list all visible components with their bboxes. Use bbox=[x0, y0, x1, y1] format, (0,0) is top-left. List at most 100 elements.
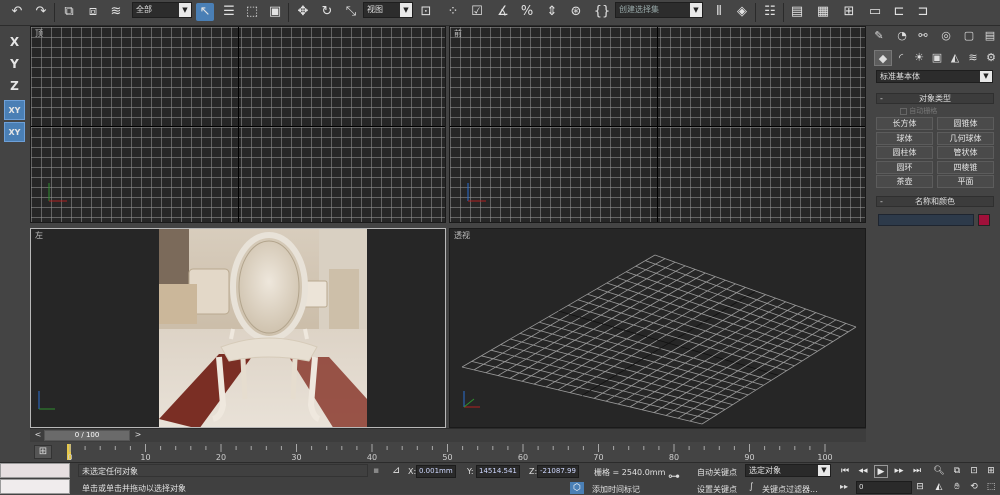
edit-named-selection-icon[interactable]: ⊛ bbox=[567, 3, 585, 21]
object-name-input[interactable] bbox=[878, 214, 974, 226]
named-selection-braces-icon[interactable]: {} bbox=[593, 3, 611, 21]
name-color-rollout-header[interactable]: - 名称和颜色 bbox=[876, 196, 994, 207]
current-time-marker[interactable] bbox=[67, 444, 71, 460]
viewport-perspective[interactable]: 透视 bbox=[449, 228, 866, 428]
time-slider[interactable]: < 0 / 100 > bbox=[30, 428, 866, 442]
spinner-snap-icon[interactable]: ⇕ bbox=[543, 3, 561, 21]
restrict-z-button[interactable]: Z bbox=[4, 76, 25, 96]
object-type-button[interactable]: 圆锥体 bbox=[937, 117, 994, 130]
orbit-icon[interactable]: ⟲ bbox=[967, 481, 981, 494]
reference-coordinate-dropdown[interactable]: 视图 ▼ bbox=[363, 2, 413, 18]
viewport-label[interactable]: 顶 bbox=[35, 28, 43, 39]
bind-spacewarp-icon[interactable]: ≋ bbox=[107, 3, 125, 21]
modify-tab-icon[interactable]: ◔ bbox=[893, 28, 911, 44]
select-rotate-icon[interactable]: ↻ bbox=[318, 3, 336, 21]
object-type-button[interactable]: 圆柱体 bbox=[876, 146, 933, 159]
maxscript-input[interactable] bbox=[0, 479, 70, 494]
prev-frame-arrow-icon[interactable]: < bbox=[32, 430, 44, 441]
object-color-swatch[interactable] bbox=[978, 214, 990, 226]
viewport-label[interactable]: 前 bbox=[454, 28, 462, 39]
x-coordinate-field[interactable]: 0.001mm bbox=[416, 465, 456, 478]
rendered-frame-window-icon[interactable]: ⊏ bbox=[890, 3, 908, 21]
absolute-mode-icon[interactable]: ⊿ bbox=[392, 465, 400, 476]
material-editor-icon[interactable]: ⊞ bbox=[840, 3, 858, 21]
restrict-x-button[interactable]: X bbox=[4, 32, 25, 52]
angle-snap-icon[interactable]: ∡ bbox=[494, 3, 512, 21]
viewport-top[interactable]: 顶 bbox=[30, 26, 446, 223]
mirror-icon[interactable]: ⫴ bbox=[710, 3, 728, 21]
object-type-button[interactable]: 管状体 bbox=[937, 146, 994, 159]
maxscript-listener[interactable] bbox=[0, 463, 70, 478]
zoom-extents-all-icon[interactable]: ⊞ bbox=[984, 465, 998, 478]
select-scale-icon[interactable]: ⤡ bbox=[342, 3, 360, 21]
align-icon[interactable]: ◈ bbox=[733, 3, 751, 21]
rect-selection-region-icon[interactable]: ⬚ bbox=[243, 3, 261, 21]
auto-key-button[interactable]: 自动关键点 bbox=[697, 467, 737, 478]
restrict-xy-button[interactable]: XY bbox=[4, 100, 25, 120]
named-selection-dropdown[interactable]: 创建选择集 ▼ bbox=[615, 2, 703, 18]
previous-frame-icon[interactable]: ◂◂ bbox=[856, 465, 870, 478]
viewport-label[interactable]: 左 bbox=[35, 230, 43, 241]
field-of-view-icon[interactable]: ◭ bbox=[932, 481, 946, 494]
object-type-button[interactable]: 长方体 bbox=[876, 117, 933, 130]
lights-icon[interactable]: ☀ bbox=[910, 50, 928, 66]
key-filters-button[interactable]: 关键点过滤器... bbox=[762, 484, 818, 495]
helpers-icon[interactable]: ◭ bbox=[946, 50, 964, 66]
next-frame-icon[interactable]: ▸▸ bbox=[892, 465, 906, 478]
snaps-toggle-icon[interactable]: ☑ bbox=[468, 3, 486, 21]
object-type-button[interactable]: 茶壶 bbox=[876, 175, 933, 188]
play-icon[interactable]: ▶ bbox=[874, 465, 888, 478]
current-frame-field[interactable]: 0 bbox=[856, 481, 912, 494]
link-icon[interactable]: ⧉ bbox=[60, 3, 78, 21]
pivot-center-icon[interactable]: ⊡ bbox=[417, 3, 435, 21]
zoom-extents-icon[interactable]: ⊡ bbox=[967, 465, 981, 478]
add-time-tag-text[interactable]: 添加时间标记 bbox=[592, 484, 640, 495]
key-mode-icon[interactable]: ▸▸ bbox=[840, 482, 848, 491]
pan-icon[interactable]: ✋︎ bbox=[950, 481, 964, 494]
mini-curve-editor-icon[interactable]: ⊞ bbox=[34, 445, 52, 459]
object-type-button[interactable]: 球体 bbox=[876, 131, 933, 145]
next-frame-arrow-icon[interactable]: > bbox=[132, 430, 144, 441]
undo-icon[interactable]: ↶ bbox=[8, 3, 26, 21]
geometry-icon[interactable]: ◆ bbox=[874, 50, 892, 66]
motion-tab-icon[interactable]: ◎ bbox=[937, 28, 955, 44]
object-category-dropdown[interactable]: 标准基本体 ▼ bbox=[876, 70, 993, 83]
go-to-end-icon[interactable]: ⏭ bbox=[910, 465, 924, 478]
restrict-y-button[interactable]: Y bbox=[4, 54, 25, 74]
curve-editor-icon[interactable]: ▤ bbox=[788, 3, 806, 21]
object-type-button[interactable]: 圆环 bbox=[876, 160, 933, 174]
redo-icon[interactable]: ↷ bbox=[32, 3, 50, 21]
key-filter-dropdown[interactable]: 选定对象 ▼ bbox=[745, 464, 831, 477]
window-crossing-icon[interactable]: ▣ bbox=[266, 3, 284, 21]
go-to-start-icon[interactable]: ⏮ bbox=[838, 465, 852, 478]
object-type-button[interactable]: 几何球体 bbox=[937, 131, 994, 145]
zoom-all-icon[interactable]: ⧉ bbox=[950, 465, 964, 478]
z-coordinate-field[interactable]: -21087.99 bbox=[537, 465, 579, 478]
select-by-name-icon[interactable]: ☰ bbox=[220, 3, 238, 21]
schematic-view-icon[interactable]: ▦ bbox=[814, 3, 832, 21]
systems-icon[interactable]: ⚙ bbox=[982, 50, 1000, 66]
maximize-viewport-icon[interactable]: ⬚ bbox=[984, 481, 998, 494]
zoom-icon[interactable]: 🔍︎ bbox=[932, 465, 946, 478]
track-bar[interactable]: ⊞ 0 10 20 30 40 50 60 70 80 90 100 bbox=[0, 442, 868, 462]
viewport-left[interactable]: 左 bbox=[30, 228, 446, 428]
hierarchy-tab-icon[interactable]: ⚯ bbox=[914, 28, 932, 44]
keyboard-shortcut-override-icon[interactable]: ⁘ bbox=[444, 3, 462, 21]
render-setup-icon[interactable]: ▭ bbox=[866, 3, 884, 21]
time-tag-icon[interactable]: ⬡ bbox=[570, 482, 584, 494]
create-tab-icon[interactable]: ✎ bbox=[870, 28, 888, 44]
frame-slider-thumb[interactable]: 0 / 100 bbox=[44, 430, 130, 441]
selection-lock-icon[interactable]: ▪ bbox=[373, 466, 379, 476]
selection-filter-dropdown[interactable]: 全部 ▼ bbox=[132, 2, 192, 18]
object-type-rollout-header[interactable]: - 对象类型 bbox=[876, 93, 994, 104]
object-type-button[interactable]: 四棱锥 bbox=[937, 160, 994, 174]
select-move-icon[interactable]: ✥ bbox=[294, 3, 312, 21]
time-config-icon[interactable]: ⊟ bbox=[913, 481, 927, 494]
key-icon[interactable]: ⊶ bbox=[668, 469, 680, 483]
cameras-icon[interactable]: ▣ bbox=[928, 50, 946, 66]
display-tab-icon[interactable]: ▢ bbox=[960, 28, 978, 44]
layer-manager-icon[interactable]: ☷ bbox=[761, 3, 779, 21]
set-key-button[interactable]: 设置关键点 bbox=[697, 484, 737, 495]
select-object-icon[interactable]: ↖ bbox=[196, 3, 214, 21]
y-coordinate-field[interactable]: 14514.541 bbox=[476, 465, 520, 478]
